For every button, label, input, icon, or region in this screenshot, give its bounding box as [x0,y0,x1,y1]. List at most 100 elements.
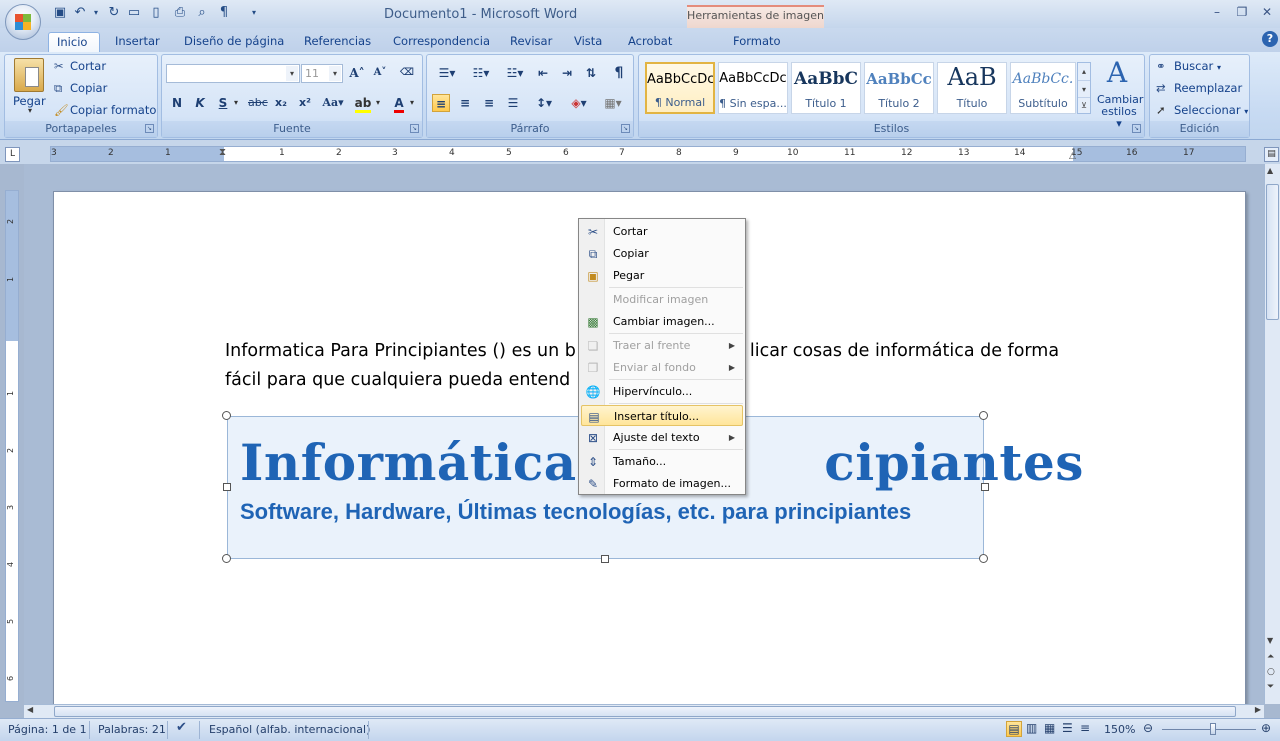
tab-revisar[interactable]: Revisar [502,32,560,52]
shading-icon[interactable]: ◈▾ [564,94,594,112]
resize-handle-bottom-right[interactable] [979,554,988,563]
print-icon[interactable]: ⎙ [172,5,188,21]
resize-handle-left[interactable] [223,483,231,491]
new-document-icon[interactable]: ▯ [148,5,164,21]
copy-button[interactable]: ⧉ Copiar [54,81,107,96]
full-screen-reading-icon[interactable]: ▥ [1026,721,1037,735]
show-marks-icon[interactable]: ¶ [610,64,628,82]
decrease-indent-icon[interactable]: ⇤ [534,64,552,82]
menu-item-copiar[interactable]: ⧉ Copiar [581,243,743,264]
change-case-icon[interactable]: Aa▾ [320,94,346,112]
scroll-left-icon[interactable]: ◀ [27,705,33,714]
tab-acrobat[interactable]: Acrobat [620,32,680,52]
draft-icon[interactable]: ≡ [1080,721,1090,735]
zoom-slider-track[interactable] [1162,729,1256,730]
undo-icon[interactable]: ↶ [72,5,88,21]
shrink-font-icon[interactable]: A˅ [371,64,389,82]
menu-item-ajuste-del-texto[interactable]: ⊠ Ajuste del texto ▶ [581,427,743,448]
indent-marker-icon[interactable]: ⧗ [219,147,226,158]
grow-font-icon[interactable]: A˄ [348,64,366,82]
menu-item-pegar[interactable]: ▣ Pegar [581,265,743,286]
clear-format-icon[interactable]: ⌫ [398,64,416,82]
style-normal[interactable]: AaBbCcDc ¶ Normal [645,62,715,114]
print-preview-icon[interactable]: ⌕ [194,5,210,21]
resize-handle-bottom[interactable] [601,555,609,563]
strikethrough-icon[interactable]: abc [248,94,268,112]
tab-selector-icon[interactable]: L [5,147,20,162]
open-icon[interactable]: ▭ [126,5,142,21]
menu-item-modificar-imagen[interactable]: Modificar imagen [581,289,743,310]
help-icon[interactable]: ? [1262,31,1278,47]
chevron-down-icon[interactable]: ▾ [329,66,341,81]
font-name-combo[interactable]: ▾ [166,64,300,83]
format-painter-button[interactable]: 🖌Copiar formato [54,103,156,117]
menu-item-formato-de-imagen[interactable]: ✎ Formato de imagen... [581,473,743,494]
superscript-icon[interactable]: x² [296,94,314,112]
change-styles-button[interactable]: Cambiar estilos ▾ [1097,94,1143,130]
next-page-icon[interactable]: ⏷ [1267,682,1274,692]
cut-button[interactable]: ✂ Cortar [54,59,106,73]
menu-item-hipervinculo[interactable]: 🌐 Hipervínculo... [581,381,743,402]
tab-correspondencia[interactable]: Correspondencia [385,32,498,52]
menu-item-enviar-al-fondo[interactable]: ❐ Enviar al fondo ▶ [581,357,743,378]
font-size-combo[interactable]: 11 ▾ [301,64,343,83]
status-language[interactable]: Español (alfab. internacional) [209,723,370,736]
subscript-icon[interactable]: x₂ [272,94,290,112]
tab-insertar[interactable]: Insertar [107,32,168,52]
more-styles-icon[interactable]: ⊻ [1078,97,1090,113]
web-layout-icon[interactable]: ▦ [1044,721,1055,735]
vertical-ruler[interactable]: 2 1 1 2 3 4 5 6 [5,190,19,702]
numbering-icon[interactable]: ☷▾ [466,64,496,82]
align-left-icon[interactable]: ≡ [432,94,450,112]
highlight-icon[interactable]: ab [352,94,374,113]
customize-qat-icon[interactable]: ▾ [246,5,262,21]
increase-indent-icon[interactable]: ⇥ [558,64,576,82]
right-indent-marker-icon[interactable]: △ [1069,151,1076,161]
chevron-up-icon[interactable]: ▴ [1078,63,1090,80]
menu-item-cambiar-imagen[interactable]: ▩ Cambiar imagen... [581,311,743,332]
scroll-right-icon[interactable]: ▶ [1255,705,1261,714]
underline-icon[interactable]: S [214,94,232,112]
tab-diseno-de-pagina[interactable]: Diseño de página [176,32,292,52]
minimize-icon[interactable]: – [1206,3,1228,21]
menu-item-cortar[interactable]: ✂ Cortar [581,221,743,242]
multilevel-list-icon[interactable]: ☳▾ [500,64,530,82]
tab-referencias[interactable]: Referencias [296,32,379,52]
horizontal-ruler[interactable]: 3 2 1 1 2 3 4 5 6 7 8 9 10 11 12 13 14 1… [50,146,1246,162]
style-sin-espaciado[interactable]: AaBbCcDc ¶ Sin espa... [718,62,788,114]
italic-icon[interactable]: K [191,94,209,112]
sort-icon[interactable]: ⇅ [582,64,600,82]
status-words[interactable]: Palabras: 21 [98,723,166,736]
zoom-in-icon[interactable]: ⊕ [1261,721,1271,735]
style-titulo-2[interactable]: AaBbCc Título 2 [864,62,934,114]
resize-handle-bottom-left[interactable] [222,554,231,563]
line-spacing-icon[interactable]: ↕▾ [530,94,558,112]
change-styles-icon[interactable]: A [1102,58,1132,88]
dialog-launcher-icon[interactable]: ↘ [621,124,630,133]
tab-formato[interactable]: Formato [725,32,789,52]
highlight-dropdown-icon[interactable]: ▾ [376,98,380,107]
previous-page-icon[interactable]: ⏶ [1267,652,1274,662]
font-color-dropdown-icon[interactable]: ▾ [410,98,414,107]
paste-icon[interactable] [14,58,44,92]
redo-icon[interactable]: ↻ [106,5,122,21]
scroll-down-icon[interactable]: ▼ [1267,636,1273,645]
browse-object-icon[interactable]: ○ [1267,667,1275,677]
horizontal-scrollbar[interactable]: ◀ ▶ [24,704,1264,718]
undo-dropdown-icon[interactable]: ▾ [88,5,104,21]
tab-vista[interactable]: Vista [566,32,610,52]
proofing-icon[interactable]: ✔ [176,720,187,735]
menu-item-insertar-titulo[interactable]: ▤ Insertar título... [581,405,743,426]
print-layout-icon[interactable]: ▤ [1006,721,1022,737]
office-button[interactable] [5,4,41,40]
font-color-icon[interactable]: A [390,94,408,113]
outline-icon[interactable]: ☰ [1062,721,1073,735]
style-titulo-1[interactable]: AaBbC Título 1 [791,62,861,114]
style-subtitulo[interactable]: AaBbCc. Subtítulo [1010,62,1076,114]
show-formatting-icon[interactable]: ¶ [216,5,232,21]
save-icon[interactable]: ▣ [52,5,68,21]
zoom-slider-thumb[interactable] [1210,723,1216,735]
bullets-icon[interactable]: ☰▾ [432,64,462,82]
zoom-level[interactable]: 150% [1104,723,1135,736]
status-page[interactable]: Página: 1 de 1 [8,723,87,736]
